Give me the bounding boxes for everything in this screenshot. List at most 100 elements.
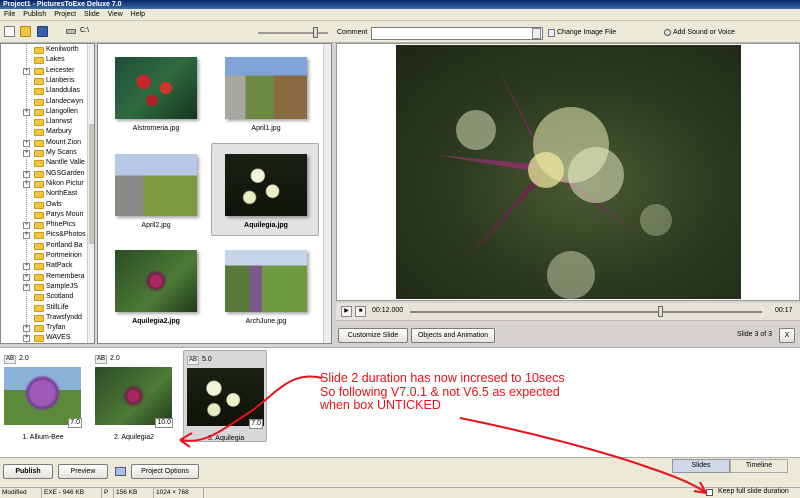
tree-folder[interactable]: + Tryfan bbox=[1, 323, 94, 333]
expand-icon[interactable]: + bbox=[23, 335, 30, 343]
expand-icon[interactable]: + bbox=[23, 283, 30, 291]
file-thumb-archjune[interactable]: ArchJune.jpg bbox=[212, 240, 320, 333]
file-thumb-aquilegia[interactable]: Aquilegia.jpg bbox=[211, 143, 319, 236]
tree-folder[interactable]: + WAVES bbox=[1, 333, 94, 343]
stop-icon[interactable]: ■ bbox=[355, 306, 366, 317]
aquilegia2-image bbox=[115, 250, 197, 312]
menu-view[interactable]: View bbox=[104, 9, 127, 21]
tree-folder[interactable]: Scotland bbox=[1, 292, 94, 302]
expand-icon[interactable]: + bbox=[23, 232, 30, 240]
expand-icon[interactable]: + bbox=[23, 150, 30, 157]
thumbnail-size-slider-knob[interactable] bbox=[313, 27, 318, 38]
tab-timeline[interactable]: Timeline bbox=[730, 459, 788, 473]
window-title: Project1 - PicturesToExe Deluxe 7.0 bbox=[0, 0, 800, 9]
tree-folder[interactable]: + NGSGarden bbox=[1, 169, 94, 179]
file-thumb-alstromeria[interactable]: Alstromeria.jpg bbox=[102, 47, 210, 140]
aquilegia-image bbox=[225, 154, 307, 216]
tree-folder[interactable]: + Remembera bbox=[1, 272, 94, 282]
menu-slide[interactable]: Slide bbox=[80, 9, 104, 21]
speaker-icon[interactable] bbox=[664, 29, 671, 36]
expand-icon[interactable]: + bbox=[23, 108, 30, 116]
tree-folder[interactable]: Llanrwst bbox=[1, 117, 94, 127]
close-preview-button[interactable]: X bbox=[779, 328, 795, 343]
tree-folder[interactable]: Kenilworth bbox=[1, 45, 94, 55]
tree-folder[interactable]: Llanddulas bbox=[1, 86, 94, 96]
objects-animation-button[interactable]: Objects and Animation bbox=[411, 328, 495, 343]
tree-folder[interactable]: Parys Moun bbox=[1, 210, 94, 220]
expand-icon[interactable]: + bbox=[23, 273, 30, 281]
menu-project[interactable]: Project bbox=[50, 9, 80, 21]
tree-folder[interactable]: Trawsfyndd bbox=[1, 313, 94, 323]
tree-folder[interactable]: Portmeirion bbox=[1, 251, 94, 261]
change-image-button[interactable]: Change Image File bbox=[557, 29, 616, 36]
add-sound-button[interactable]: Add Sound or Voice bbox=[673, 29, 735, 36]
menu-file[interactable]: File bbox=[0, 9, 19, 21]
tree-folder[interactable]: Marbury bbox=[1, 127, 94, 137]
tree-folder-label: Lakes bbox=[46, 56, 65, 64]
expand-icon[interactable]: + bbox=[23, 263, 30, 271]
tree-folder[interactable]: + Nikon Pictur bbox=[1, 179, 94, 189]
open-folder-icon[interactable] bbox=[20, 26, 31, 37]
comment-edit-icon[interactable] bbox=[532, 28, 541, 39]
slide-duration[interactable]: 7.0 bbox=[68, 418, 82, 428]
tree-folder[interactable]: + SampleJS bbox=[1, 282, 94, 292]
status-kb: 156 KB bbox=[114, 488, 154, 498]
expand-icon[interactable]: + bbox=[23, 67, 30, 75]
folder-tree[interactable]: Kenilworth Lakes + Leicester Llanberis Llandd… bbox=[0, 43, 95, 344]
file-thumb-aquilegia2[interactable]: Aquilegia2.jpg bbox=[102, 240, 210, 333]
menu-publish[interactable]: Publish bbox=[19, 9, 50, 21]
ab-badge[interactable]: AB bbox=[4, 355, 17, 364]
tree-folder[interactable]: Lakes bbox=[1, 55, 94, 65]
expand-icon[interactable]: + bbox=[23, 222, 30, 230]
checkbox[interactable] bbox=[706, 489, 713, 496]
menu-help[interactable]: Help bbox=[127, 9, 149, 21]
timeline-slider[interactable] bbox=[410, 311, 762, 313]
tree-folder[interactable]: StillLife bbox=[1, 303, 94, 313]
play-icon[interactable]: ▶ bbox=[341, 306, 352, 317]
file-thumb-april1[interactable]: April1.jpg bbox=[212, 47, 320, 140]
tree-folder[interactable]: Owls bbox=[1, 200, 94, 210]
expand-icon[interactable]: + bbox=[23, 325, 30, 333]
file-thumbnail-grid[interactable]: Alstromeria.jpg April1.jpg April2.jpg Aq… bbox=[97, 43, 332, 344]
slide-duration[interactable]: 10.0 bbox=[155, 418, 173, 428]
ab-badge[interactable]: AB bbox=[95, 355, 108, 364]
tree-folder[interactable]: Llanberis bbox=[1, 76, 94, 86]
expand-icon[interactable]: + bbox=[23, 180, 30, 188]
slide-duration[interactable]: 7.0 bbox=[249, 419, 263, 429]
drive-label[interactable]: C:\ bbox=[80, 27, 89, 34]
timeline-slider-knob[interactable] bbox=[657, 306, 663, 317]
publish-button[interactable]: Publish bbox=[3, 464, 53, 479]
file-thumb-april2[interactable]: April2.jpg bbox=[102, 144, 210, 237]
expand-icon[interactable]: + bbox=[23, 139, 30, 147]
tree-folder[interactable]: Nantlle Valle bbox=[1, 158, 94, 168]
folder-icon bbox=[34, 88, 44, 96]
tree-folder[interactable]: + RatPack bbox=[1, 261, 94, 271]
save-icon[interactable] bbox=[37, 26, 48, 37]
expand-icon[interactable]: + bbox=[23, 170, 30, 178]
tree-folder[interactable]: Portland Ba bbox=[1, 241, 94, 251]
slide-1[interactable]: AB 2.0 7.0 1. Allium-Bee bbox=[1, 350, 85, 442]
slide-caption: 3. Aquilegia bbox=[207, 435, 245, 442]
tree-folder[interactable]: + Mount Zion bbox=[1, 138, 94, 148]
tree-folder[interactable]: + Pics&Photos bbox=[1, 230, 94, 240]
tree-folder[interactable]: + PhnePics bbox=[1, 220, 94, 230]
tree-folder[interactable]: + Llangollen bbox=[1, 107, 94, 117]
tree-folder[interactable]: Llandecwyn bbox=[1, 97, 94, 107]
customize-slide-button[interactable]: Customize Slide bbox=[338, 328, 408, 343]
change-image-icon[interactable] bbox=[548, 29, 555, 37]
tree-folder[interactable]: NorthEast bbox=[1, 189, 94, 199]
preview-button[interactable]: Preview bbox=[58, 464, 108, 479]
tree-folder[interactable]: + My Scans bbox=[1, 148, 94, 158]
slide-3[interactable]: AB 5.0 7.0 3. Aquilegia bbox=[183, 350, 267, 442]
tree-folder[interactable]: + Leicester bbox=[1, 66, 94, 76]
slide-2[interactable]: AB 2.0 10.0 2. Aquilegia2 bbox=[92, 350, 176, 442]
comment-input[interactable] bbox=[371, 27, 543, 40]
ab-badge[interactable]: AB bbox=[187, 356, 200, 365]
project-options-button[interactable]: Project Options bbox=[131, 464, 199, 479]
tree-scrollbar[interactable] bbox=[87, 44, 94, 343]
tab-slides[interactable]: Slides bbox=[672, 459, 730, 473]
monitor-icon[interactable] bbox=[115, 467, 126, 476]
new-file-icon[interactable] bbox=[4, 26, 15, 37]
grid-scrollbar[interactable] bbox=[323, 44, 331, 343]
file-name: Aquilegia2.jpg bbox=[132, 318, 180, 325]
